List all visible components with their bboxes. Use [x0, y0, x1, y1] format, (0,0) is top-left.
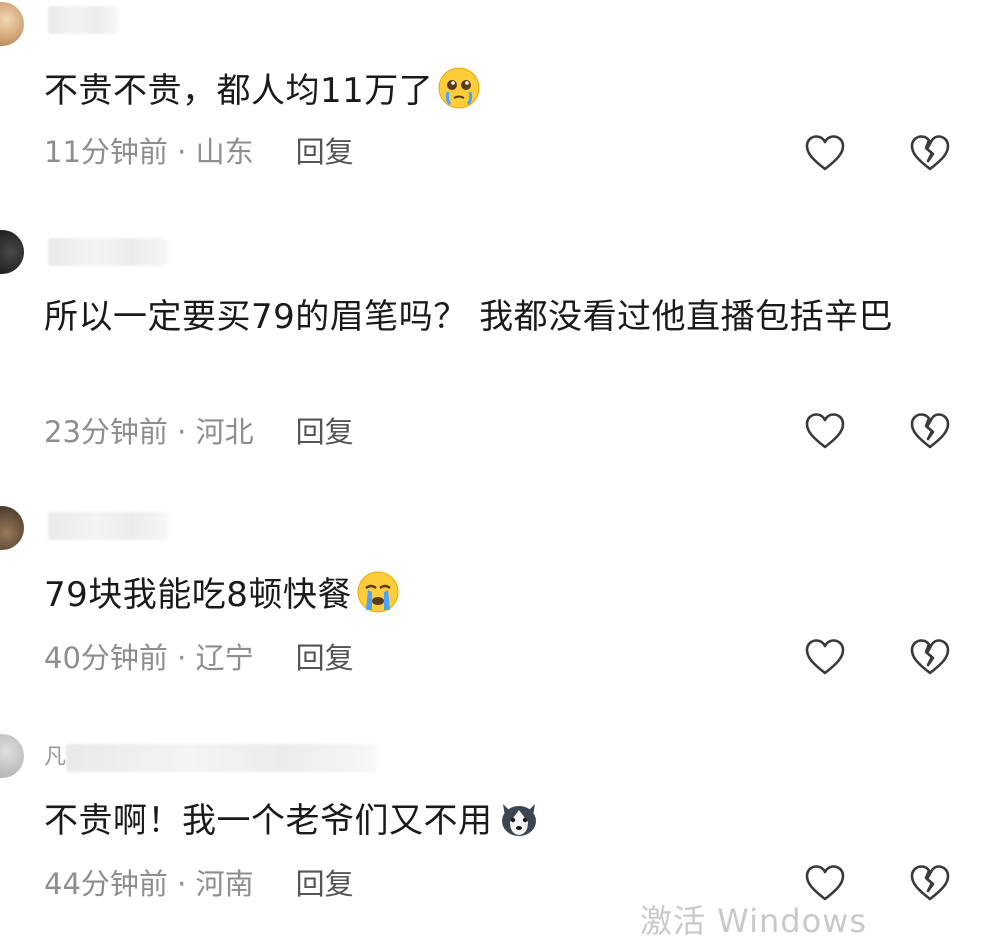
meta-separator: · [167, 415, 196, 449]
comment-location: 河北 [195, 415, 254, 449]
comment-location: 山东 [195, 135, 254, 169]
comment-location: 河南 [195, 867, 254, 901]
comment-meta: 11分钟前 · 山东 回复 [44, 132, 354, 172]
comment-text-content: 不贵啊！我一个老爷们又不用 [44, 801, 493, 841]
like-heart-icon[interactable] [804, 412, 846, 450]
meta-separator: · [167, 867, 196, 901]
husky-dog-emoji-icon [501, 804, 536, 836]
meta-separator: · [167, 135, 196, 169]
username-blurred[interactable] [66, 744, 376, 772]
like-heart-icon[interactable] [804, 134, 846, 172]
comment-meta: 44分钟前 · 河南 回复 [44, 864, 354, 904]
avatar[interactable] [0, 506, 24, 550]
avatar[interactable] [0, 2, 24, 46]
avatar[interactable] [0, 230, 24, 274]
username-blurred[interactable] [48, 238, 168, 266]
comment-text: 所以一定要买79的眉笔吗？ 我都没看过他直播包括辛巴 [44, 292, 944, 342]
reply-button[interactable]: 回复 [296, 135, 354, 169]
comment-time: 40分钟前 [44, 641, 168, 675]
comment-time: 44分钟前 [44, 867, 168, 901]
username-blurred[interactable] [48, 6, 118, 34]
meta-separator: · [167, 641, 196, 675]
comment-time: 23分钟前 [44, 415, 168, 449]
avatar[interactable] [0, 734, 24, 778]
comment-text-content: 所以一定要买79的眉笔吗？ 我都没看过他直播包括辛巴 [44, 297, 894, 337]
comment-text: 不贵啊！我一个老爷们又不用 [44, 796, 944, 846]
comment-meta: 23分钟前 · 河北 回复 [44, 412, 354, 452]
dislike-broken-heart-icon[interactable] [909, 412, 951, 450]
dislike-broken-heart-icon[interactable] [909, 864, 951, 902]
dislike-broken-heart-icon[interactable] [909, 134, 951, 172]
comment-location: 辽宁 [195, 641, 254, 675]
reply-button[interactable]: 回复 [296, 415, 354, 449]
comment-text: 79块我能吃8顿快餐 [44, 570, 944, 620]
crying-face-emoji-icon [357, 571, 399, 613]
username-initial[interactable]: 凡 [44, 744, 66, 772]
comment-meta: 40分钟前 · 辽宁 回复 [44, 638, 354, 678]
comment-text-content: 79块我能吃8顿快餐 [44, 575, 352, 615]
pleading-tears-emoji-icon [438, 67, 480, 109]
dislike-broken-heart-icon[interactable] [909, 638, 951, 676]
reply-button[interactable]: 回复 [296, 867, 354, 901]
comment-time: 11分钟前 [44, 135, 168, 169]
comment-text: 不贵不贵，都人均11万了 [44, 66, 944, 116]
like-heart-icon[interactable] [804, 638, 846, 676]
activate-windows-watermark: 激活 Windows [640, 902, 868, 940]
reply-button[interactable]: 回复 [296, 641, 354, 675]
comment-text-content: 不贵不贵，都人均11万了 [44, 71, 434, 111]
username-blurred[interactable] [48, 512, 168, 540]
